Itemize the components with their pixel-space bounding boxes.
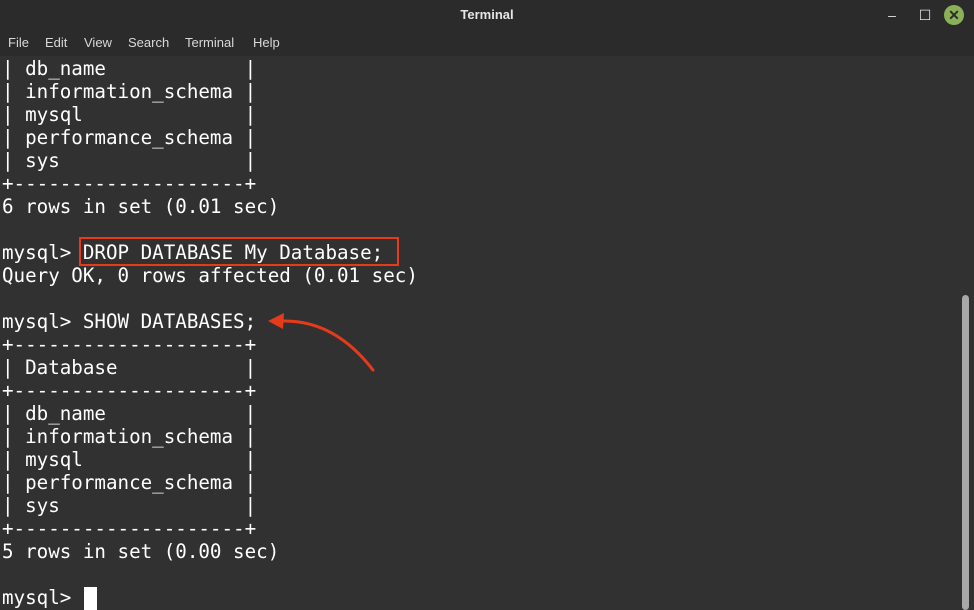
terminal-window: Terminal – ☐ ✕ File Edit View Search Ter… — [0, 0, 974, 610]
annotation-arrow-icon — [268, 313, 375, 372]
scrollbar[interactable] — [962, 295, 969, 610]
